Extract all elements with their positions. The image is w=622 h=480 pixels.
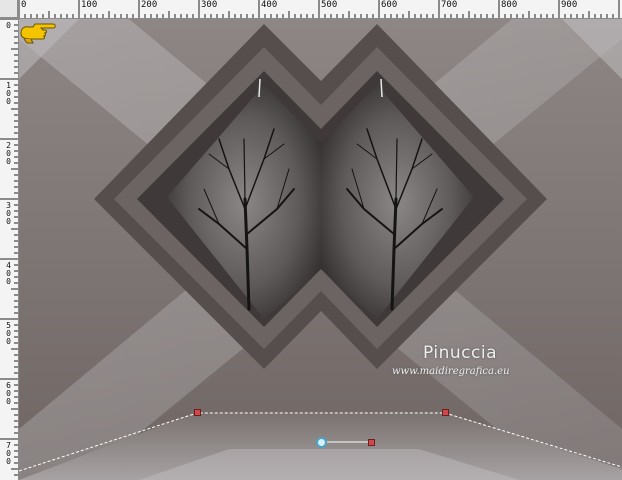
hruler-label-800: 800	[501, 0, 518, 10]
hruler-label-0: 0	[21, 0, 27, 10]
hruler-label-900: 900	[561, 0, 578, 10]
ruler-corner	[0, 0, 18, 18]
horizontal-ruler-ticks	[18, 0, 620, 18]
rotation-pivot-handle[interactable]	[368, 439, 375, 446]
horizontal-ruler[interactable]: 0 100 200 300 400 500 600 700 800 900	[18, 0, 622, 19]
vruler-label-600: 600	[6, 381, 11, 406]
hruler-label-600: 600	[381, 0, 398, 10]
vruler-label-400: 400	[6, 261, 11, 286]
transform-handle-top-right[interactable]	[442, 409, 449, 416]
hruler-label-700: 700	[441, 0, 458, 10]
hruler-label-100: 100	[81, 0, 98, 10]
vruler-label-500: 500	[6, 321, 11, 346]
image-canvas[interactable]: Pinuccia www.maidiregrafica.eu	[19, 19, 622, 480]
pointing-hand-icon	[20, 23, 56, 44]
rotation-handle[interactable]	[316, 437, 327, 448]
vruler-label-200: 200	[6, 141, 11, 166]
watermark-url: www.maidiregrafica.eu	[392, 366, 510, 377]
light-streak-right	[380, 78, 383, 98]
vruler-label-700: 700	[6, 441, 11, 466]
vruler-label-300: 300	[6, 201, 11, 226]
watermark-name: Pinuccia	[423, 343, 497, 363]
transform-handle-top-left[interactable]	[194, 409, 201, 416]
hruler-label-500: 500	[321, 0, 338, 10]
hruler-label-200: 200	[141, 0, 158, 10]
vruler-label-0: 0	[6, 21, 11, 30]
hruler-label-300: 300	[201, 0, 218, 10]
vertical-ruler[interactable]: 0 100 200 300 400 500 600 700	[0, 18, 19, 480]
artwork	[19, 19, 622, 480]
light-streak-left	[258, 78, 261, 98]
hruler-label-400: 400	[261, 0, 278, 10]
vruler-label-100: 100	[6, 81, 11, 106]
